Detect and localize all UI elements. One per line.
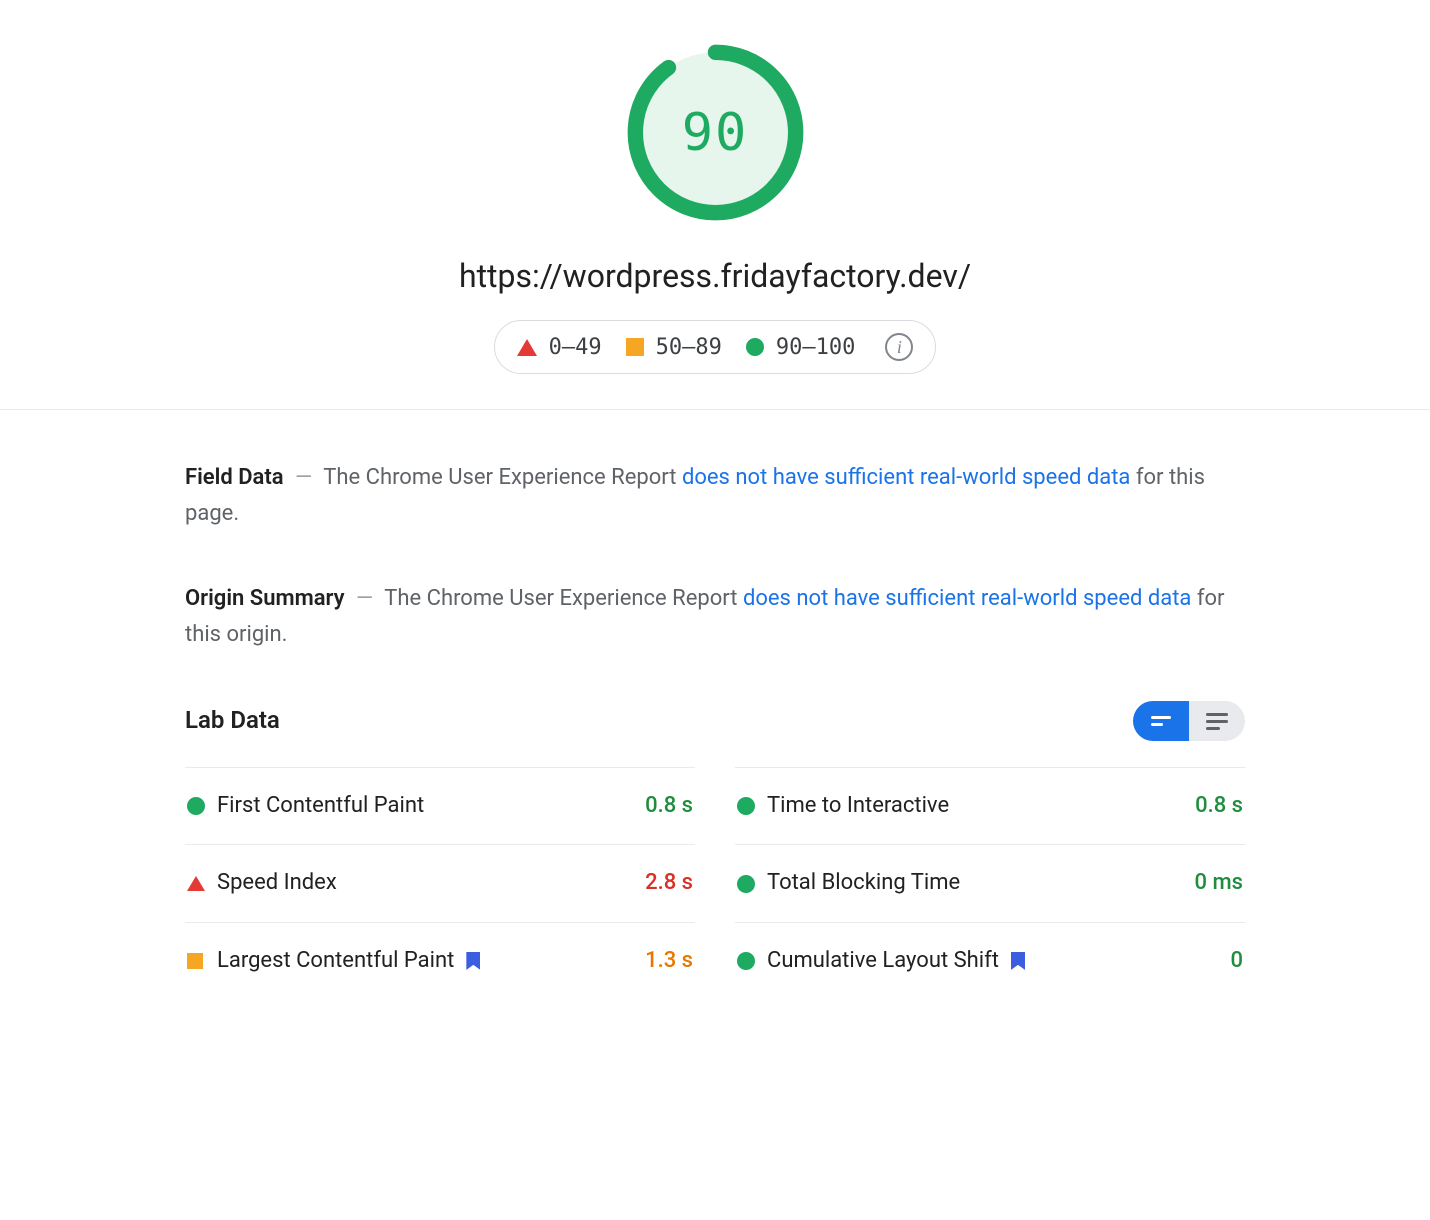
- view-toggle-expanded[interactable]: [1189, 701, 1245, 741]
- lab-data-title: Lab Data: [185, 701, 280, 741]
- separator-dash: —: [350, 586, 379, 611]
- metrics-grid: First Contentful Paint0.8 sSpeed Index2.…: [185, 767, 1245, 999]
- metric-label: Time to Interactive: [767, 788, 1195, 824]
- metric-label: First Contentful Paint: [217, 788, 645, 824]
- circle-good-icon: [737, 875, 755, 893]
- metric-value: 2.8 s: [645, 865, 693, 901]
- triangle-poor-icon: [517, 339, 537, 356]
- tested-url: https://wordpress.fridayfactory.dev/: [0, 257, 1430, 295]
- bookmark-icon: [466, 952, 480, 970]
- circle-good-icon: [746, 338, 764, 356]
- bookmark-icon: [1011, 952, 1025, 970]
- expanded-view-icon: [1206, 713, 1228, 730]
- field-data-link[interactable]: does not have sufficient real-world spee…: [682, 465, 1130, 490]
- field-data-title: Field Data: [185, 465, 284, 490]
- circle-good-icon: [737, 952, 755, 970]
- compact-view-icon: [1151, 716, 1171, 726]
- field-data-prefix: The Chrome User Experience Report: [323, 465, 682, 490]
- origin-summary-section: Origin Summary — The Chrome User Experie…: [185, 581, 1245, 654]
- origin-summary-prefix: The Chrome User Experience Report: [384, 586, 743, 611]
- metric-value: 1.3 s: [645, 943, 693, 979]
- main-content: Field Data — The Chrome User Experience …: [185, 410, 1245, 1039]
- metric-label: Total Blocking Time: [767, 865, 1195, 901]
- metric-row[interactable]: First Contentful Paint0.8 s: [185, 767, 695, 844]
- metrics-col-left: First Contentful Paint0.8 sSpeed Index2.…: [185, 767, 695, 999]
- metric-row[interactable]: Cumulative Layout Shift0: [735, 922, 1245, 999]
- triangle-poor-icon: [187, 876, 205, 891]
- legend-average-range: 50–89: [656, 335, 722, 360]
- metric-label: Largest Contentful Paint: [217, 943, 645, 979]
- score-legend: 0–49 50–89 90–100 i: [494, 320, 937, 374]
- view-toggle: [1133, 701, 1245, 741]
- metric-row[interactable]: Total Blocking Time0 ms: [735, 844, 1245, 921]
- legend-good-range: 90–100: [776, 335, 855, 360]
- circle-good-icon: [737, 797, 755, 815]
- metric-value: 0 ms: [1195, 865, 1243, 901]
- score-value: 90: [682, 103, 749, 163]
- score-header: 90 https://wordpress.fridayfactory.dev/ …: [0, 0, 1430, 410]
- metric-row[interactable]: Time to Interactive0.8 s: [735, 767, 1245, 844]
- origin-summary-link[interactable]: does not have sufficient real-world spee…: [743, 586, 1191, 611]
- score-gauge: 90: [623, 40, 808, 225]
- legend-average: 50–89: [626, 335, 722, 360]
- metric-label: Cumulative Layout Shift: [767, 943, 1230, 979]
- legend-good: 90–100: [746, 335, 855, 360]
- metric-row[interactable]: Largest Contentful Paint1.3 s: [185, 922, 695, 999]
- metric-row[interactable]: Speed Index2.8 s: [185, 844, 695, 921]
- info-icon[interactable]: i: [885, 333, 913, 361]
- metrics-col-right: Time to Interactive0.8 sTotal Blocking T…: [735, 767, 1245, 999]
- metric-value: 0.8 s: [645, 788, 693, 824]
- separator-dash: —: [289, 465, 318, 490]
- view-toggle-compact[interactable]: [1133, 701, 1189, 741]
- legend-poor: 0–49: [517, 335, 602, 360]
- field-data-section: Field Data — The Chrome User Experience …: [185, 460, 1245, 533]
- metric-label: Speed Index: [217, 865, 645, 901]
- origin-summary-title: Origin Summary: [185, 586, 345, 611]
- circle-good-icon: [187, 797, 205, 815]
- lab-data-header: Lab Data: [185, 701, 1245, 741]
- square-average-icon: [187, 953, 203, 969]
- metric-value: 0.8 s: [1195, 788, 1243, 824]
- square-average-icon: [626, 338, 644, 356]
- metric-value: 0: [1230, 943, 1243, 979]
- legend-poor-range: 0–49: [549, 335, 602, 360]
